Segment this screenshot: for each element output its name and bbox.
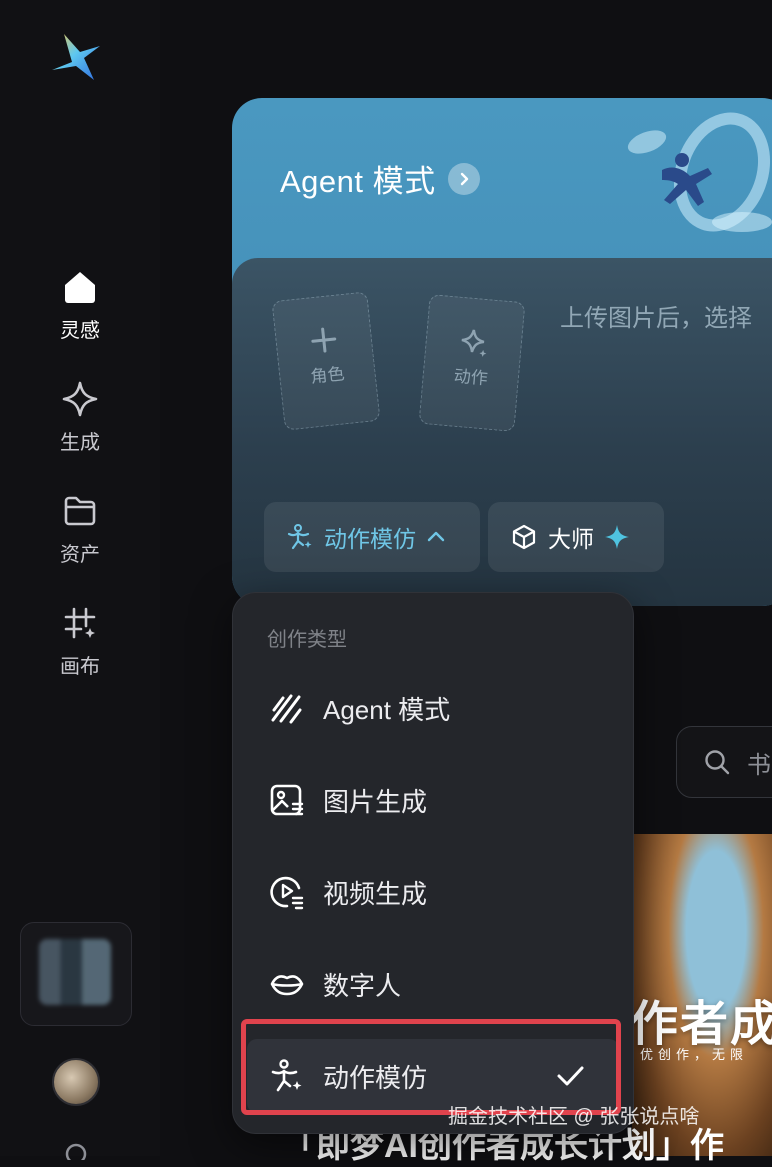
canvas-grid-icon — [64, 607, 96, 639]
plus-icon — [311, 327, 337, 353]
search-icon — [705, 750, 730, 775]
motion-figure-icon — [287, 524, 312, 550]
home-icon — [65, 272, 95, 303]
slot-label: 动作 — [452, 366, 489, 389]
chevron-right-icon[interactable] — [447, 162, 480, 195]
composer-panel: 上传图片后，选择 角色 动作 动作模仿 大师 — [232, 258, 772, 606]
sidebar-item-label: 生成 — [60, 432, 100, 454]
upload-hint: 上传图片后，选择 — [560, 305, 752, 332]
sidebar: 灵感 生成 资产 画布 — [0, 0, 160, 1160]
sidebar-item-canvas[interactable]: 画布 — [40, 604, 120, 679]
sidebar-item-inspiration[interactable]: 灵感 — [40, 268, 120, 343]
watermark: 掘金技术社区 @ 张张说点啥 — [448, 1106, 700, 1128]
sparkle-diamond-icon — [461, 329, 487, 357]
card-title-text: Agent 模式 — [280, 164, 436, 199]
cube-icon — [512, 524, 536, 550]
search-icon[interactable] — [62, 1140, 90, 1160]
sidebar-item-generate[interactable]: 生成 — [40, 380, 120, 455]
folder-icon — [64, 496, 96, 526]
video-gen-icon — [270, 876, 304, 910]
character-upload-slot[interactable]: 角色 — [271, 291, 381, 431]
dropdown-item-label: 图片生成 — [323, 786, 428, 817]
dropdown-item-label: 数字人 — [323, 970, 402, 1001]
thumbnail-image — [39, 939, 111, 1005]
action-upload-slot[interactable]: 动作 — [418, 294, 526, 432]
dropdown-item-video-gen[interactable]: 视频生成 — [247, 855, 619, 929]
image-gen-icon — [270, 784, 304, 816]
model-select-chip[interactable]: 大师 — [488, 502, 664, 572]
sparkle-diamond-icon — [62, 381, 98, 417]
sidebar-item-assets[interactable]: 资产 — [40, 492, 120, 567]
mode-select-chip[interactable]: 动作模仿 — [264, 502, 480, 572]
dropdown-heading: 创作类型 — [267, 629, 347, 651]
app-logo[interactable] — [50, 32, 102, 84]
chevron-up-icon — [427, 531, 445, 542]
recent-project-thumbnail[interactable] — [20, 922, 132, 1026]
agent-mode-card: Agent 模式 上传图片后，选择 角色 动作 动作模仿 大师 — [232, 98, 772, 606]
hero-illustration — [627, 112, 772, 232]
mode-chip-label: 动作模仿 — [324, 526, 416, 552]
sidebar-item-label: 灵感 — [60, 320, 100, 342]
dropdown-item-label: Agent 模式 — [323, 694, 451, 725]
card-title[interactable]: Agent 模式 — [280, 156, 480, 201]
banner-subline: 优创作，无限 — [640, 1047, 749, 1062]
dropdown-item-label: 视频生成 — [323, 878, 428, 909]
dropdown-item-digital-human[interactable]: 数字人 — [247, 947, 619, 1021]
lips-icon — [270, 975, 304, 996]
sidebar-item-label: 画布 — [60, 656, 100, 678]
sparkle-icon — [605, 525, 629, 549]
sidebar-item-label: 资产 — [60, 544, 100, 566]
model-chip-label: 大师 — [548, 526, 594, 552]
avatar[interactable] — [52, 1058, 100, 1106]
agent-stripes-icon — [271, 694, 302, 724]
slot-label: 角色 — [309, 364, 346, 387]
search-input[interactable]: 书 — [676, 726, 772, 798]
dropdown-item-agent-mode[interactable]: Agent 模式 — [247, 671, 619, 745]
search-placeholder: 书 — [747, 751, 771, 779]
dropdown-item-image-gen[interactable]: 图片生成 — [247, 763, 619, 837]
